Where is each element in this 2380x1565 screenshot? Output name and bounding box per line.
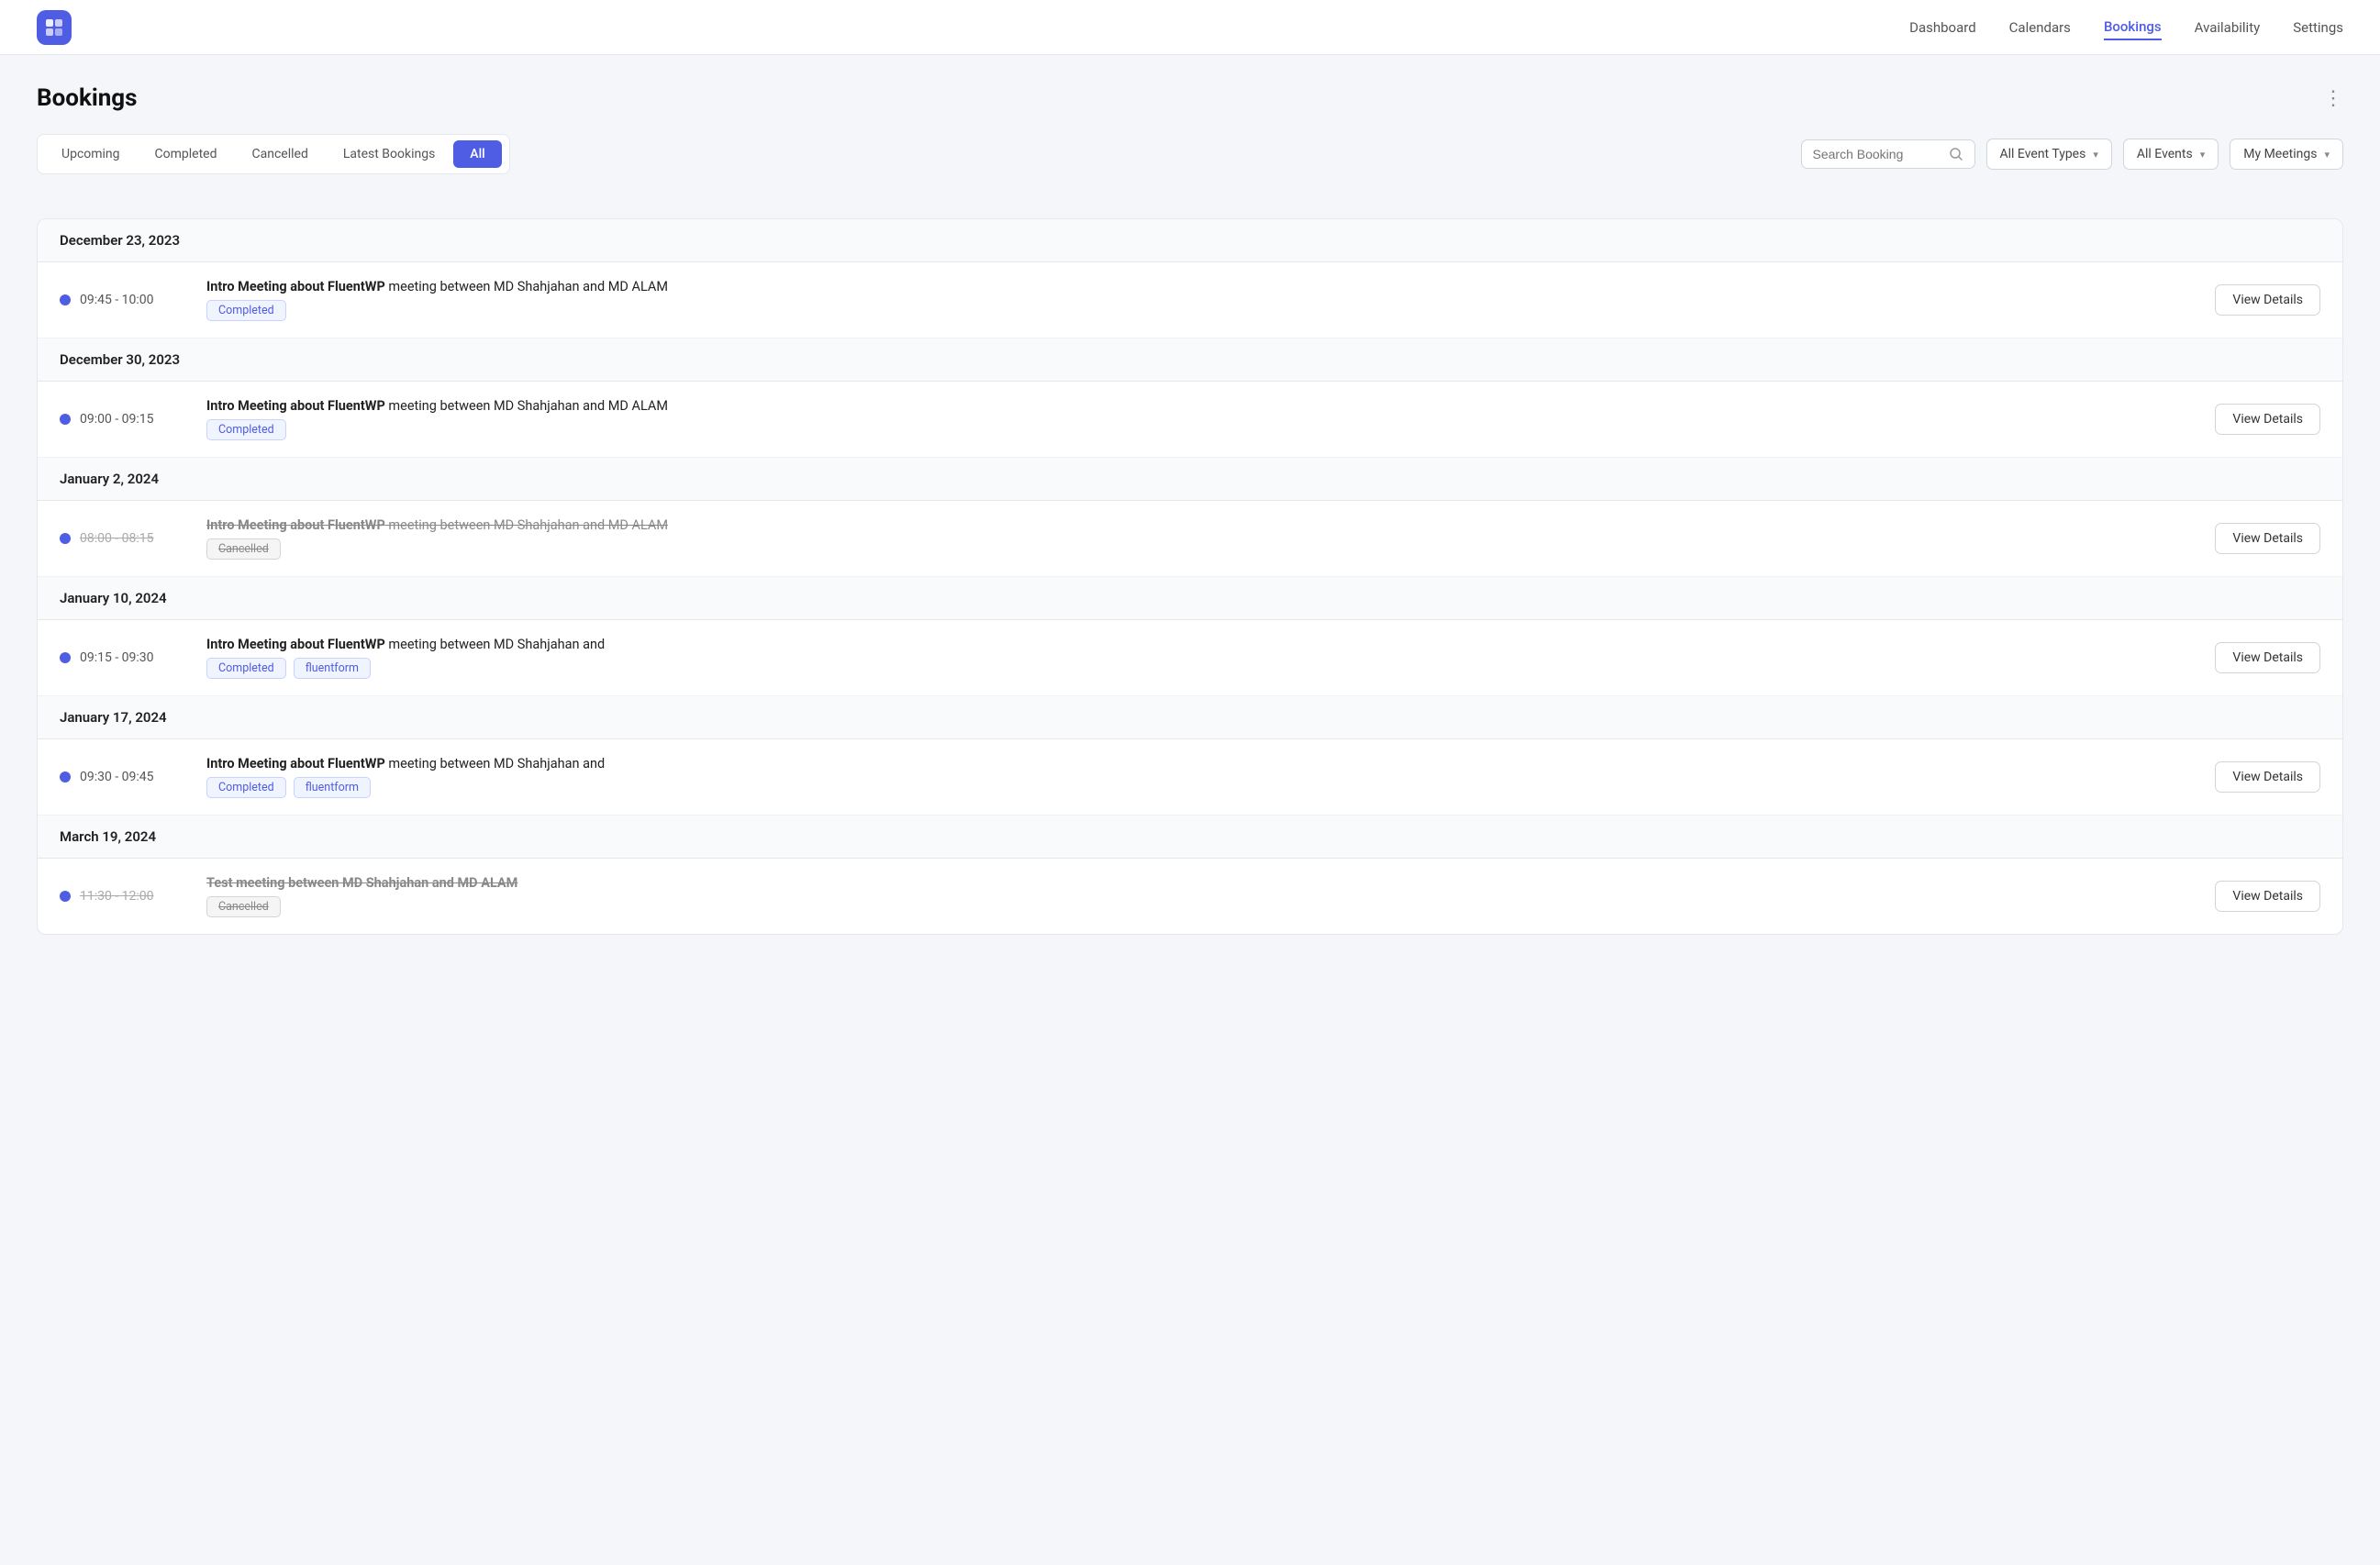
booking-time: 09:30 - 09:45: [80, 770, 154, 784]
nav-calendars[interactable]: Calendars: [2009, 16, 2071, 39]
booking-time: 11:30 - 12:00: [80, 889, 154, 904]
time-dot-col: 09:00 - 09:15: [60, 412, 188, 427]
table-row: 09:30 - 09:45 Intro Meeting about Fluent…: [38, 739, 2342, 816]
booking-title: Test meeting between MD Shahjahan and MD…: [206, 875, 2196, 891]
status-dot: [60, 652, 71, 663]
booking-info: Intro Meeting about FluentWP meeting bet…: [206, 279, 2196, 321]
table-row: 08:00 - 08:15 Intro Meeting about Fluent…: [38, 501, 2342, 577]
booking-title: Intro Meeting about FluentWP meeting bet…: [206, 279, 2196, 294]
chevron-down-icon: ▾: [2093, 149, 2098, 161]
view-details-button[interactable]: View Details: [2215, 284, 2320, 316]
date-group-header: January 2, 2024: [38, 458, 2342, 501]
chevron-down-icon: ▾: [2200, 149, 2206, 161]
tab-upcoming[interactable]: Upcoming: [45, 140, 137, 168]
booking-time: 09:00 - 09:15: [80, 412, 154, 427]
date-group-header: March 19, 2024: [38, 816, 2342, 859]
bookings-list: December 23, 2023 09:45 - 10:00 Intro Me…: [37, 218, 2343, 935]
tab-completed[interactable]: Completed: [139, 140, 234, 168]
logo: [37, 10, 72, 45]
table-row: 09:15 - 09:30 Intro Meeting about Fluent…: [38, 620, 2342, 696]
dropdown-events[interactable]: All Events ▾: [2123, 139, 2219, 170]
nav-links: Dashboard Calendars Bookings Availabilit…: [1909, 15, 2343, 40]
view-details-button[interactable]: View Details: [2215, 523, 2320, 554]
booking-info: Intro Meeting about FluentWP meeting bet…: [206, 637, 2196, 679]
table-row: 11:30 - 12:00 Test meeting between MD Sh…: [38, 859, 2342, 934]
fluentform-badge: fluentform: [294, 658, 371, 679]
booking-title: Intro Meeting about FluentWP meeting bet…: [206, 517, 2196, 533]
nav-availability[interactable]: Availability: [2195, 16, 2261, 39]
status-dot: [60, 771, 71, 782]
dropdown-meetings[interactable]: My Meetings ▾: [2230, 139, 2343, 170]
chevron-down-icon: ▾: [2324, 149, 2330, 161]
status-dot: [60, 891, 71, 902]
badges: Cancelled: [206, 538, 2196, 560]
nav-bookings[interactable]: Bookings: [2104, 15, 2162, 40]
date-group-header: December 30, 2023: [38, 339, 2342, 382]
search-input[interactable]: [1813, 147, 1941, 161]
tab-all[interactable]: All: [453, 140, 501, 168]
time-dot-col: 09:15 - 09:30: [60, 650, 188, 665]
badges: Completed fluentform: [206, 658, 2196, 679]
search-icon: [1949, 147, 1963, 161]
view-details-button[interactable]: View Details: [2215, 642, 2320, 673]
nav-settings[interactable]: Settings: [2293, 16, 2343, 39]
booking-title: Intro Meeting about FluentWP meeting bet…: [206, 637, 2196, 652]
time-dot-col: 11:30 - 12:00: [60, 889, 188, 904]
status-dot: [60, 414, 71, 425]
view-details-button[interactable]: View Details: [2215, 761, 2320, 793]
logo-icon: [37, 10, 72, 45]
status-badge: Completed: [206, 300, 286, 321]
tab-cancelled[interactable]: Cancelled: [236, 140, 325, 168]
fluentform-badge: fluentform: [294, 777, 371, 798]
status-badge: Cancelled: [206, 538, 281, 560]
status-badge: Completed: [206, 658, 286, 679]
date-group-header: December 23, 2023: [38, 219, 2342, 262]
time-dot-col: 08:00 - 08:15: [60, 531, 188, 546]
booking-info: Intro Meeting about FluentWP meeting bet…: [206, 756, 2196, 798]
view-details-button[interactable]: View Details: [2215, 404, 2320, 435]
dropdown-event-types[interactable]: All Event Types ▾: [1986, 139, 2112, 170]
nav-dashboard[interactable]: Dashboard: [1909, 16, 1976, 39]
time-dot-col: 09:45 - 10:00: [60, 293, 188, 307]
more-icon[interactable]: ⋮: [2323, 87, 2343, 110]
status-badge: Completed: [206, 419, 286, 440]
date-group-header: January 17, 2024: [38, 696, 2342, 739]
controls-bar: All Event Types ▾ All Events ▾ My Meetin…: [1801, 139, 2343, 170]
status-dot: [60, 294, 71, 305]
table-row: 09:00 - 09:15 Intro Meeting about Fluent…: [38, 382, 2342, 458]
booking-title: Intro Meeting about FluentWP meeting bet…: [206, 756, 2196, 771]
status-dot: [60, 533, 71, 544]
view-details-button[interactable]: View Details: [2215, 881, 2320, 912]
booking-time: 08:00 - 08:15: [80, 531, 154, 546]
badges: Cancelled: [206, 896, 2196, 917]
table-row: 09:45 - 10:00 Intro Meeting about Fluent…: [38, 262, 2342, 339]
booking-info: Intro Meeting about FluentWP meeting bet…: [206, 517, 2196, 560]
badges: Completed fluentform: [206, 777, 2196, 798]
page-header: Bookings ⋮: [37, 84, 2343, 112]
tab-latest[interactable]: Latest Bookings: [327, 140, 451, 168]
time-dot-col: 09:30 - 09:45: [60, 770, 188, 784]
booking-time: 09:15 - 09:30: [80, 650, 154, 665]
top-navigation: Dashboard Calendars Bookings Availabilit…: [0, 0, 2380, 55]
booking-info: Intro Meeting about FluentWP meeting bet…: [206, 398, 2196, 440]
date-group-header: January 10, 2024: [38, 577, 2342, 620]
booking-title: Intro Meeting about FluentWP meeting bet…: [206, 398, 2196, 414]
filter-tabs: Upcoming Completed Cancelled Latest Book…: [37, 134, 510, 174]
badges: Completed: [206, 419, 2196, 440]
badges: Completed: [206, 300, 2196, 321]
status-badge: Completed: [206, 777, 286, 798]
page-title: Bookings: [37, 84, 138, 112]
booking-info: Test meeting between MD Shahjahan and MD…: [206, 875, 2196, 917]
status-badge: Cancelled: [206, 896, 281, 917]
search-box: [1801, 139, 1975, 169]
booking-time: 09:45 - 10:00: [80, 293, 154, 307]
